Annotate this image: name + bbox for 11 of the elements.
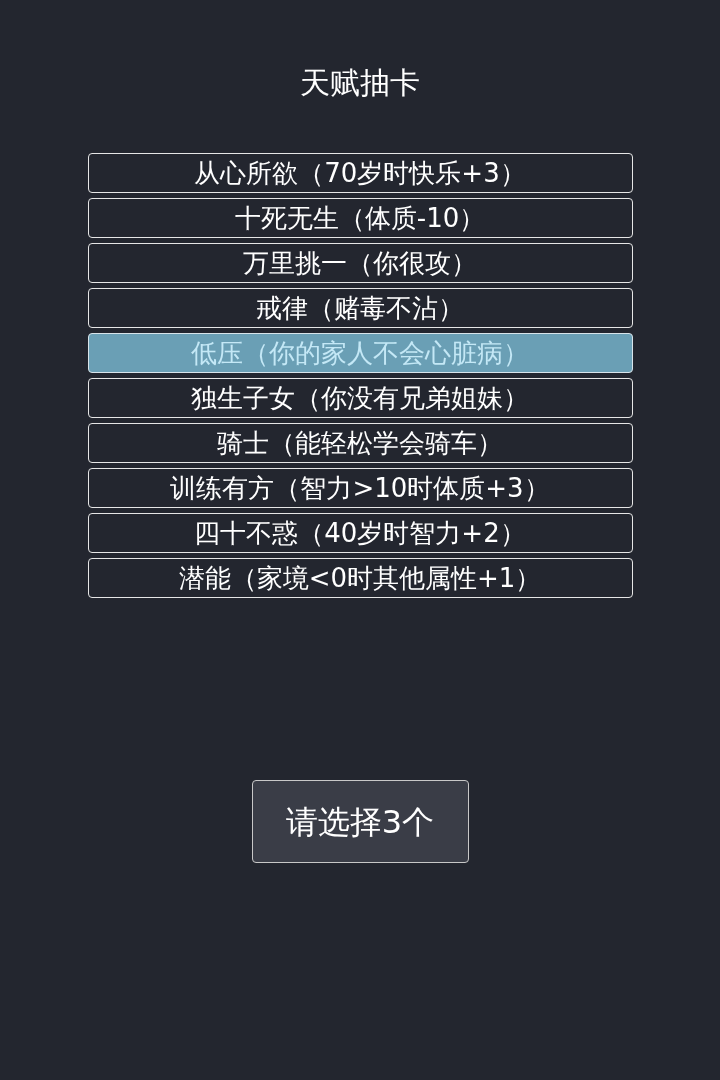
- talent-card[interactable]: 从心所欲（70岁时快乐+3）: [87, 153, 633, 193]
- page-title: 天赋抽卡: [300, 64, 420, 102]
- talent-card[interactable]: 骑士（能轻松学会骑车）: [87, 423, 633, 463]
- talent-card[interactable]: 四十不惑（40岁时智力+2）: [87, 513, 633, 553]
- talent-card[interactable]: 独生子女（你没有兄弟姐妹）: [87, 378, 633, 418]
- talent-card[interactable]: 潜能（家境<0时其他属性+1）: [87, 558, 633, 598]
- talent-card[interactable]: 万里挑一（你很攻）: [87, 243, 633, 283]
- talent-card[interactable]: 训练有方（智力>10时体质+3）: [87, 468, 633, 508]
- talent-card[interactable]: 戒律（赌毒不沾）: [87, 288, 633, 328]
- confirm-button[interactable]: 请选择3个: [251, 780, 469, 863]
- talent-card[interactable]: 十死无生（体质-10）: [87, 198, 633, 238]
